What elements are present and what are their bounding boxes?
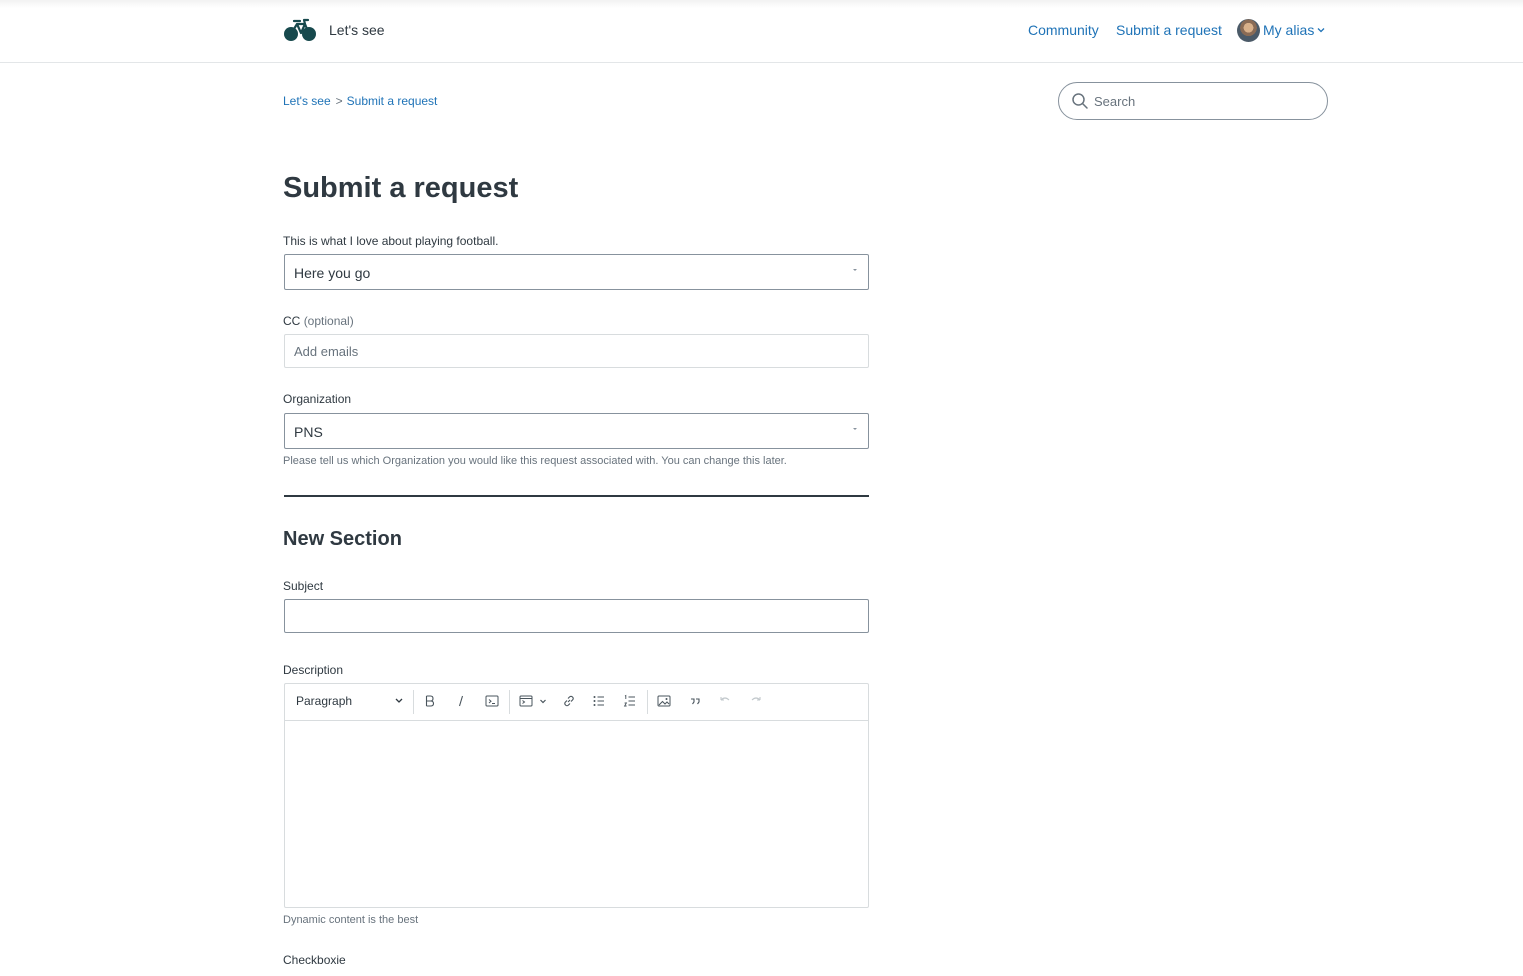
quote-icon[interactable] (687, 693, 703, 709)
ticket-form-label: This is what I love about playing footba… (283, 234, 499, 248)
organization-hint: Please tell us which Organization you wo… (283, 455, 787, 467)
organization-label: Organization (283, 392, 352, 406)
description-textarea[interactable] (285, 721, 868, 907)
undo-icon[interactable] (717, 693, 733, 709)
caret-down-icon (853, 269, 857, 271)
toolbar-separator (413, 690, 414, 714)
breadcrumb-home-link[interactable]: Let's see (283, 94, 331, 108)
search-icon (1072, 93, 1088, 109)
toolbar-separator (647, 690, 648, 714)
cc-optional-tag: (optional) (303, 314, 354, 328)
breadcrumb: Let's see > Submit a request (283, 94, 437, 108)
block-format-dropdown[interactable]: Paragraph (296, 694, 352, 708)
description-label: Description (283, 663, 344, 677)
image-icon[interactable] (656, 693, 672, 709)
checkbox-label: Checkboxie (283, 953, 346, 967)
cc-label-text: CC (283, 314, 301, 328)
user-menu-toggle[interactable]: My alias (1263, 22, 1314, 38)
search-input[interactable] (1094, 91, 1314, 111)
breadcrumb-current-link[interactable]: Submit a request (347, 94, 438, 108)
chevron-down-icon[interactable] (1316, 26, 1326, 34)
brand-name[interactable]: Let's see (329, 22, 385, 38)
code-icon[interactable] (484, 693, 500, 709)
organization-selected-value: PNS (294, 424, 323, 440)
description-hint: Dynamic content is the best (283, 914, 419, 926)
ticket-form-selected-value: Here you go (294, 265, 371, 281)
subject-label: Subject (283, 579, 324, 593)
nav-submit-request-link[interactable]: Submit a request (1116, 22, 1222, 38)
chevron-down-icon[interactable] (539, 693, 547, 709)
code-block-icon[interactable] (518, 693, 534, 709)
bold-icon[interactable] (422, 693, 438, 709)
bicycle-logo-icon[interactable] (283, 18, 317, 42)
redo-icon[interactable] (748, 693, 764, 709)
subject-input[interactable] (284, 599, 869, 633)
ticket-form-select[interactable]: Here you go (284, 254, 869, 290)
search-box[interactable] (1058, 82, 1328, 120)
organization-select[interactable]: PNS (284, 413, 869, 449)
italic-icon[interactable] (453, 693, 469, 709)
section-divider (284, 495, 869, 497)
cc-email-input[interactable] (284, 334, 869, 368)
section-title: New Section (283, 528, 402, 550)
editor-toolbar: Paragraph (285, 684, 868, 721)
description-editor: Paragraph (284, 683, 869, 908)
numbered-list-icon[interactable] (622, 693, 638, 709)
bulleted-list-icon[interactable] (591, 693, 607, 709)
toolbar-separator (509, 690, 510, 714)
breadcrumb-separator: > (335, 94, 343, 108)
cc-label: CC (optional) (283, 314, 354, 328)
link-icon[interactable] (561, 693, 577, 709)
site-header: Let's see Community Submit a request My … (0, 0, 1523, 63)
caret-down-icon (853, 428, 857, 430)
avatar[interactable] (1237, 19, 1260, 42)
nav-community-link[interactable]: Community (1028, 22, 1099, 38)
page-title: Submit a request (283, 172, 519, 204)
chevron-down-icon[interactable] (395, 698, 403, 704)
